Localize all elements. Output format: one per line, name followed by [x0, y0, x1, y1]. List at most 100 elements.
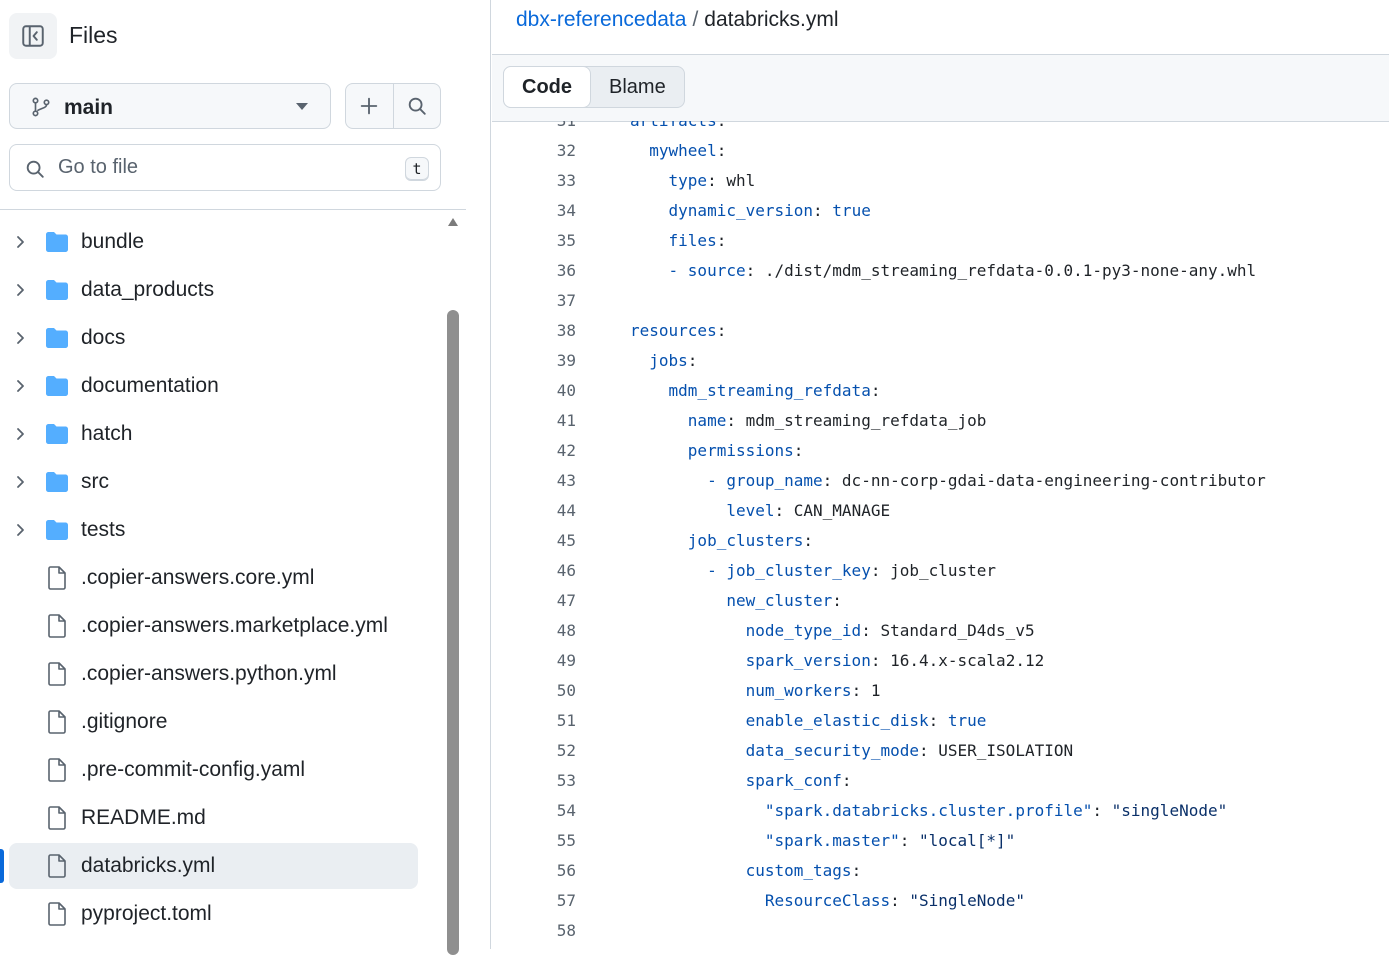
breadcrumb-repo-link[interactable]: dbx-referencedata: [516, 8, 686, 31]
yaml-value: "SingleNode": [909, 891, 1025, 910]
tree-item-label: data_products: [81, 278, 215, 301]
panel-resize-gutter[interactable]: [466, 0, 491, 949]
chevron-right-icon[interactable]: [12, 330, 28, 351]
line-content: "spark.master": "local[*]": [764, 831, 1016, 850]
line-number[interactable]: 38: [522, 316, 576, 346]
line-number[interactable]: 50: [522, 676, 576, 706]
chevron-right-icon[interactable]: [12, 474, 28, 495]
line-content: enable_elastic_disk: true: [745, 711, 987, 730]
tree-file-item[interactable]: .copier-answers.core.yml: [0, 554, 440, 602]
tree-item-label: tests: [81, 518, 126, 541]
line-number[interactable]: 31: [522, 121, 576, 136]
line-number[interactable]: 56: [522, 856, 576, 886]
yaml-key: "spark.databricks.cluster.profile": [764, 801, 1093, 820]
tree-folder-item[interactable]: documentation: [0, 362, 440, 410]
tree-folder-item[interactable]: src: [0, 458, 440, 506]
sidebar-scrollbar[interactable]: [444, 212, 462, 955]
yaml-key: ResourceClass: [764, 891, 891, 910]
chevron-right-icon[interactable]: [12, 426, 28, 447]
go-to-file-search: t: [9, 144, 441, 191]
line-number[interactable]: 45: [522, 526, 576, 556]
line-number[interactable]: 34: [522, 196, 576, 226]
scroll-up-arrow-icon[interactable]: [448, 218, 458, 226]
line-content: num_workers: 1: [745, 681, 881, 700]
yaml-key: permissions: [687, 441, 794, 460]
tree-folder-item[interactable]: bundle: [0, 218, 440, 266]
line-number[interactable]: 33: [522, 166, 576, 196]
line-number[interactable]: 55: [522, 826, 576, 856]
line-number[interactable]: 42: [522, 436, 576, 466]
yaml-value: 1: [870, 681, 881, 700]
line-number[interactable]: 36: [522, 256, 576, 286]
file-icon: [47, 662, 67, 691]
yaml-key: mdm_streaming_refdata: [668, 381, 871, 400]
branch-name: main: [64, 96, 114, 119]
file-icon: [47, 854, 67, 883]
line-number[interactable]: 44: [522, 496, 576, 526]
file-toolbar: Code Blame: [492, 54, 1389, 122]
tree-folder-item[interactable]: docs: [0, 314, 440, 362]
scrollbar-thumb[interactable]: [447, 310, 459, 955]
tree-folder-item[interactable]: tests: [0, 506, 440, 554]
line-number[interactable]: 43: [522, 466, 576, 496]
collapse-sidebar-button[interactable]: [9, 13, 57, 59]
line-number[interactable]: 41: [522, 406, 576, 436]
line-number[interactable]: 46: [522, 556, 576, 586]
tree-item-label: docs: [81, 326, 126, 349]
tree-item-label: README.md: [81, 806, 206, 829]
line-number[interactable]: 39: [522, 346, 576, 376]
tree-item-label: .gitignore: [81, 710, 168, 733]
line-number[interactable]: 54: [522, 796, 576, 826]
sidebar-collapse-icon: [22, 25, 44, 47]
folder-icon: [45, 519, 69, 546]
tab-code[interactable]: Code: [503, 66, 591, 108]
search-code-button[interactable]: [392, 84, 441, 128]
chevron-right-icon[interactable]: [12, 234, 28, 255]
yaml-key: num_workers: [745, 681, 852, 700]
chevron-right-icon[interactable]: [12, 378, 28, 399]
yaml-value: Standard_D4ds_v5: [880, 621, 1035, 640]
sidebar-divider: [0, 209, 466, 210]
line-number[interactable]: 48: [522, 616, 576, 646]
branch-selector-button[interactable]: main: [9, 83, 331, 129]
tree-item-label: documentation: [81, 374, 219, 397]
folder-icon: [45, 423, 69, 450]
go-to-file-input[interactable]: [58, 153, 388, 181]
tree-item-label: .copier-answers.core.yml: [81, 566, 315, 589]
tree-file-item[interactable]: pyproject.toml: [0, 890, 440, 938]
line-number[interactable]: 49: [522, 646, 576, 676]
tree-file-item[interactable]: .copier-answers.marketplace.yml: [0, 602, 440, 650]
line-number[interactable]: 47: [522, 586, 576, 616]
chevron-right-icon[interactable]: [12, 522, 28, 543]
yaml-key: spark_conf: [745, 771, 842, 790]
yaml-value: CAN_MANAGE: [793, 501, 891, 520]
line-number[interactable]: 53: [522, 766, 576, 796]
line-number[interactable]: 32: [522, 136, 576, 166]
chevron-right-icon[interactable]: [12, 282, 28, 303]
tree-file-item[interactable]: .copier-answers.python.yml: [0, 650, 440, 698]
yaml-key: files: [668, 231, 717, 250]
line-number[interactable]: 58: [522, 916, 576, 946]
tree-item-label: .copier-answers.python.yml: [81, 662, 337, 685]
line-number[interactable]: 51: [522, 706, 576, 736]
line-number[interactable]: 52: [522, 736, 576, 766]
yaml-key: artifacts: [630, 121, 717, 130]
line-number[interactable]: 35: [522, 226, 576, 256]
add-file-button[interactable]: [346, 84, 393, 128]
line-number[interactable]: 37: [522, 286, 576, 316]
tree-folder-item[interactable]: data_products: [0, 266, 440, 314]
tree-folder-item[interactable]: hatch: [0, 410, 440, 458]
yaml-key: group_name: [726, 471, 823, 490]
line-content: - job_cluster_key: job_cluster: [707, 561, 997, 580]
tree-file-item[interactable]: .pre-commit-config.yaml: [0, 746, 440, 794]
yaml-key: level: [726, 501, 775, 520]
tree-file-item[interactable]: .gitignore: [0, 698, 440, 746]
tree-file-item[interactable]: databricks.yml: [0, 842, 440, 890]
tree-file-item[interactable]: README.md: [0, 794, 440, 842]
yaml-key: custom_tags: [745, 861, 852, 880]
line-number[interactable]: 40: [522, 376, 576, 406]
line-content: dynamic_version: true: [668, 201, 871, 220]
line-number[interactable]: 57: [522, 886, 576, 916]
tab-blame[interactable]: Blame: [591, 67, 684, 107]
line-content: spark_conf:: [745, 771, 852, 790]
